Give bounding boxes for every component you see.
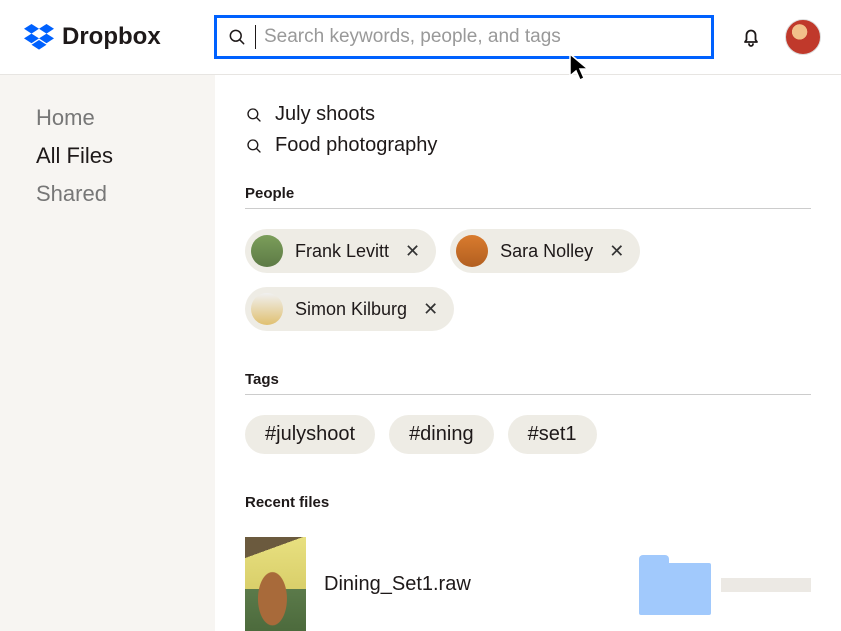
people-chips: Frank Levitt ✕ Sara Nolley ✕ Simon Kilbu… [245,229,811,331]
tag-chip[interactable]: #dining [389,415,494,454]
search-suggestions: July shoots Food photography [245,99,811,161]
brand-name: Dropbox [62,23,161,51]
suggestion-label: July shoots [275,103,375,126]
header-bar: Dropbox [0,0,841,75]
file-thumbnail[interactable] [245,537,306,631]
section-people-label: People [245,185,811,209]
folder-icon[interactable] [639,555,685,615]
search-icon [227,27,247,47]
sidebar-item-all-files[interactable]: All Files [36,143,215,169]
file-name-placeholder [721,578,811,592]
tag-chip[interactable]: #set1 [508,415,597,454]
remove-icon[interactable]: ✕ [405,241,420,262]
suggestion-label: Food photography [275,134,437,157]
avatar [456,235,488,267]
suggestion-item[interactable]: July shoots [245,99,811,130]
avatar [251,293,283,325]
person-name: Simon Kilburg [295,299,407,320]
person-chip[interactable]: Sara Nolley ✕ [450,229,640,273]
person-chip[interactable]: Frank Levitt ✕ [245,229,436,273]
search-icon [245,137,263,155]
person-name: Sara Nolley [500,241,593,262]
person-chip[interactable]: Simon Kilburg ✕ [245,287,454,331]
person-name: Frank Levitt [295,241,389,262]
recent-files-row: Dining_Set1.raw [245,537,811,631]
search-input[interactable] [264,26,701,48]
suggestion-item[interactable]: Food photography [245,130,811,161]
sidebar-nav: Home All Files Shared [0,75,215,631]
dropbox-icon [24,24,54,50]
account-avatar[interactable] [785,19,821,55]
section-recent-label: Recent files [245,494,811,517]
tag-chips: #julyshoot #dining #set1 [245,415,811,454]
search-field[interactable] [214,15,714,59]
section-tags-label: Tags [245,371,811,395]
file-name[interactable]: Dining_Set1.raw [324,573,471,596]
sidebar-item-home[interactable]: Home [36,105,215,131]
text-caret [255,25,256,49]
tag-chip[interactable]: #julyshoot [245,415,375,454]
bell-icon[interactable] [739,25,763,49]
avatar [251,235,283,267]
remove-icon[interactable]: ✕ [609,241,624,262]
header-actions [739,19,821,55]
main-content: July shoots Food photography People Fran… [215,75,841,631]
sidebar-item-shared[interactable]: Shared [36,181,215,207]
remove-icon[interactable]: ✕ [423,299,438,320]
search-icon [245,106,263,124]
brand-logo[interactable]: Dropbox [24,23,214,51]
